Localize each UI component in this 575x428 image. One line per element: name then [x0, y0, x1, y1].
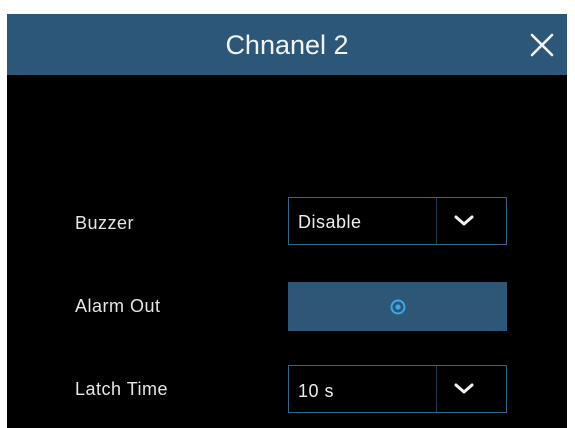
target-icon — [390, 299, 406, 315]
select-divider — [436, 198, 437, 244]
latch-time-label: Latch Time — [75, 379, 169, 399]
alarm-out-button[interactable] — [288, 282, 507, 331]
buzzer-label: Buzzer — [75, 213, 135, 233]
latch-time-select-value: 10 s — [298, 381, 335, 401]
channel-dialog: Chnanel 2 Buzzer Disable Alarm Out Latch — [7, 14, 567, 428]
latch-time-select[interactable]: 10 s — [288, 365, 507, 413]
buzzer-dropdown-toggle[interactable] — [452, 212, 476, 230]
alarm-out-label: Alarm Out — [75, 296, 161, 316]
close-button[interactable] — [527, 30, 557, 60]
buzzer-select[interactable]: Disable — [288, 197, 507, 245]
buzzer-select-value: Disable — [298, 212, 362, 232]
select-divider — [436, 366, 437, 412]
latch-time-dropdown-toggle[interactable] — [452, 380, 476, 398]
chevron-down-icon — [454, 383, 474, 394]
chevron-down-icon — [454, 215, 474, 226]
close-icon — [530, 33, 554, 57]
dialog-title: Chnanel 2 — [225, 30, 349, 60]
dialog-titlebar: Chnanel 2 — [7, 14, 567, 75]
